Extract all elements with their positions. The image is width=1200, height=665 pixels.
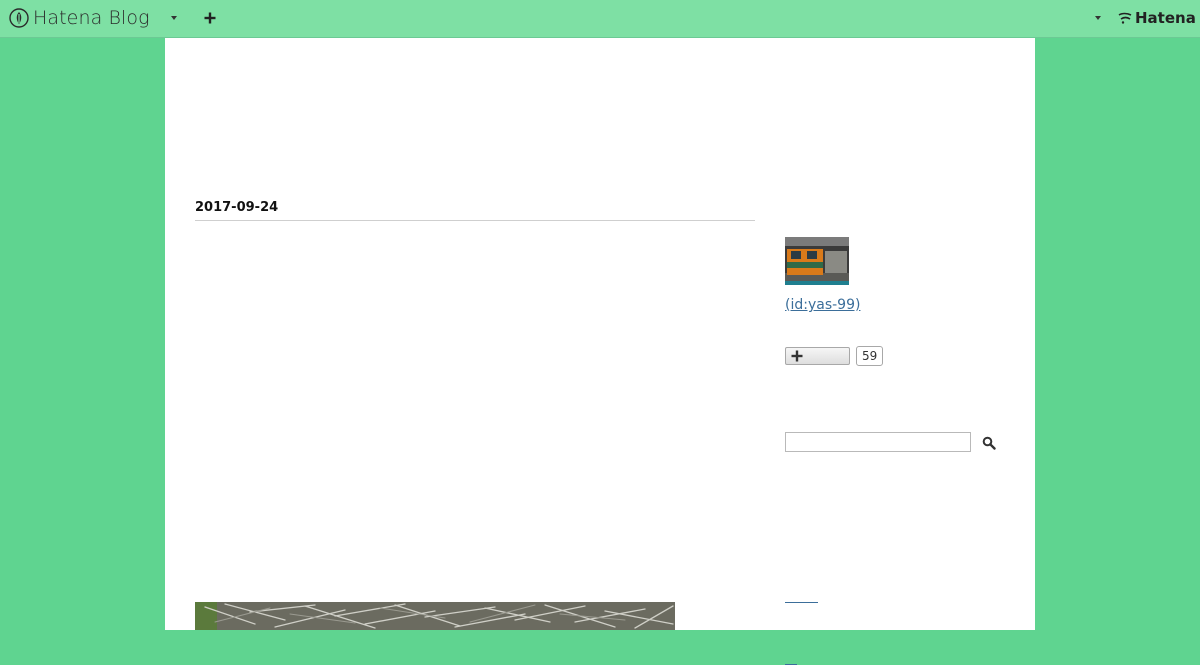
search-icon	[982, 436, 996, 450]
global-header: Hatena Blog Hatena	[0, 0, 1200, 38]
chevron-down-icon[interactable]	[1095, 16, 1101, 20]
blog-container: 2017-09-24 (id:yas-99) 59	[165, 38, 1035, 665]
subscriber-count-badge: 59	[856, 346, 884, 366]
search-input[interactable]	[785, 432, 971, 452]
avatar-image	[785, 237, 849, 285]
hatena-blog-logo[interactable]: Hatena Blog	[9, 6, 150, 30]
avatar[interactable]	[785, 237, 849, 285]
subscribe-button[interactable]	[785, 347, 850, 365]
hatena-logo-icon	[1118, 12, 1132, 24]
entry-date-heading[interactable]: 2017-09-24	[195, 200, 755, 221]
hatena-blog-logo-icon	[9, 8, 29, 28]
plus-icon	[791, 350, 803, 362]
profile-link[interactable]: (id:yas-99)	[785, 297, 860, 313]
sidebar-link[interactable]	[785, 602, 818, 603]
chevron-down-icon[interactable]	[171, 16, 177, 20]
hatena-label: Hatena	[1135, 9, 1196, 27]
brand-label: Hatena Blog	[33, 7, 150, 29]
entry-photo	[195, 602, 675, 630]
entry-photo-image	[195, 602, 675, 630]
hatena-logo[interactable]: Hatena	[1118, 9, 1196, 27]
entry-date[interactable]: 2017-09-24	[195, 200, 278, 215]
plus-icon[interactable]	[203, 11, 217, 25]
search-button[interactable]	[982, 436, 996, 450]
